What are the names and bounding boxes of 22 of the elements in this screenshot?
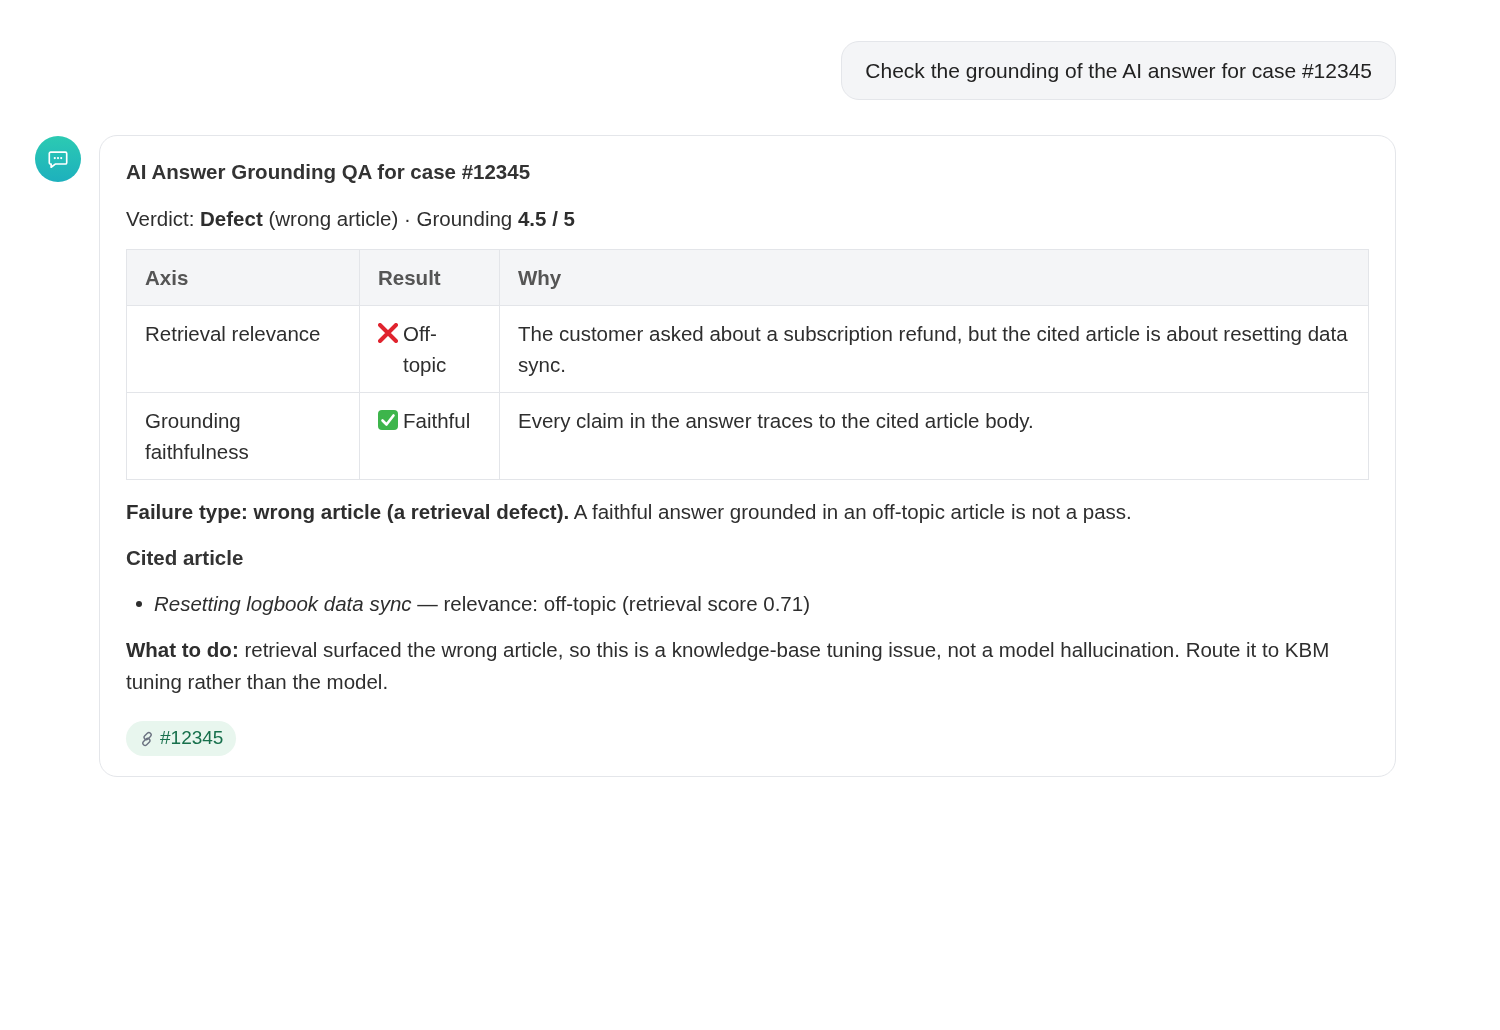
- chat-bubble-icon: [35, 136, 81, 182]
- table-cell: Grounding faithfulness: [126, 392, 360, 480]
- answer-title: AI Answer Grounding QA for case #12345: [126, 159, 532, 185]
- case-link[interactable]: #12345: [126, 721, 237, 756]
- cross-mark-icon: [378, 323, 398, 343]
- section-heading: Cited article: [126, 545, 245, 571]
- table-cell: The customer asked about a subscription refund, but the cited article is about resetting data sync.: [499, 305, 1369, 393]
- result-label: Faithful: [403, 408, 471, 434]
- check-mark-icon: [378, 410, 398, 430]
- verdict-text: Verdict: Defect (wrong article) · Grounding 4.5 / 5: [126, 206, 576, 232]
- column-header: Result: [359, 249, 500, 306]
- cited-article-item: Resetting logbook data sync — relevance: off-topic (retrieval score 0.71): [154, 591, 810, 617]
- column-header: Why: [499, 249, 1369, 306]
- action-note: What to do: retrieval surfaced the wrong article, so this is a knowledge-base tuning issue, not a model hallucination. Route it to KBM tuning rather than the model.: [126, 637, 1331, 695]
- table-cell: Retrieval relevance: [126, 305, 360, 393]
- table-cell: Every claim in the answer traces to the cited article body.: [499, 392, 1369, 480]
- failure-note: Failure type: wrong article (a retrieval defect). A faithful answer grounded in an off-topic article is not a pass.: [126, 499, 1133, 525]
- link-icon: [139, 730, 155, 747]
- user-message: Check the grounding of the AI answer for case #12345: [841, 41, 1396, 100]
- column-header: Axis: [126, 249, 360, 306]
- bullet-icon: [136, 600, 142, 607]
- result-label: Off-topic: [403, 321, 448, 378]
